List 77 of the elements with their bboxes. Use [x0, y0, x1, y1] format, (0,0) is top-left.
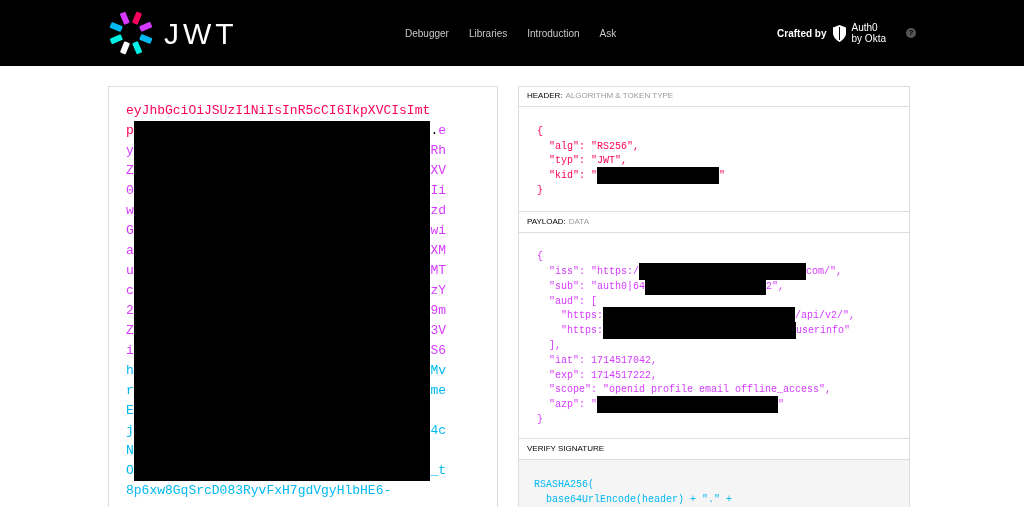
token-text: N — [126, 442, 134, 461]
section-subtitle: ALGORITHM & TOKEN TYPE — [565, 90, 674, 103]
token-text: Z — [126, 322, 134, 341]
token-text: 0 — [126, 182, 134, 201]
logo-icon — [108, 10, 154, 56]
token-text: e — [438, 122, 446, 141]
token-text: r — [126, 382, 134, 401]
nav-link[interactable]: Ask — [599, 25, 617, 41]
token-text: . — [430, 122, 439, 141]
code-text: "exp": 1714517222, — [548, 368, 658, 383]
section-title: PAYLOAD: — [527, 216, 566, 229]
token-text: zd — [430, 202, 446, 221]
token-text: XM — [430, 242, 446, 261]
code-text: "iss": "https:/ — [548, 265, 640, 280]
token-text: p — [126, 122, 134, 141]
crafted-by-label: Crafted by — [777, 26, 827, 41]
shield-icon — [832, 24, 846, 42]
section-title: HEADER: — [527, 90, 563, 103]
token-text: 9m — [430, 302, 446, 321]
code-text: "https: — [560, 324, 603, 339]
section-subtitle: DATA — [568, 216, 589, 229]
code-text: RSASHA256( — [534, 478, 595, 493]
code-text: userinfo" — [796, 324, 851, 339]
brand-line: by Okta — [851, 33, 886, 44]
token-text: Mv — [430, 362, 446, 381]
code-text: "kid": " — [548, 169, 597, 184]
code-text: "typ": "JWT", — [548, 154, 627, 169]
code-text: } — [537, 184, 543, 198]
token-text: E — [126, 402, 134, 421]
code-text: { — [537, 250, 543, 265]
code-text: "sub": "auth0|64 — [548, 279, 646, 294]
code-text: "https: — [560, 309, 603, 324]
token-text: Z — [126, 162, 134, 181]
code-text: "scope": "openid profile email offline_access", — [548, 383, 832, 398]
token-text: XV — [430, 162, 446, 181]
token-text: h — [126, 362, 134, 381]
token-text: G — [126, 222, 134, 241]
code-text: "aud": [ — [548, 294, 597, 309]
token-text: j — [126, 422, 134, 441]
code-text: ], — [548, 339, 561, 354]
code-text: " — [778, 398, 785, 413]
token-text: y — [126, 142, 134, 161]
token-text: wi — [430, 222, 446, 241]
token-text: i — [126, 342, 134, 361]
code-text: /api/v2/", — [795, 309, 856, 324]
token-text: me — [430, 382, 446, 401]
code-text: com/", — [806, 265, 843, 280]
nav-link[interactable]: Introduction — [527, 25, 580, 41]
code-text: "iat": 1714517042, — [548, 353, 658, 368]
token-text: MT — [430, 262, 446, 281]
token-text: Ii — [430, 182, 446, 201]
token-text: O — [126, 462, 134, 481]
token-text: w — [126, 202, 134, 221]
token-text: Rh — [430, 142, 446, 161]
token-text: 2 — [126, 302, 134, 321]
token-text: zY — [430, 282, 446, 301]
code-text: 2", — [766, 279, 785, 294]
token-text: S6 — [430, 342, 446, 361]
token-text: 4c — [430, 422, 446, 441]
token-text: _t — [430, 462, 446, 481]
token-text: u — [126, 262, 134, 281]
code-text: "azp": " — [548, 398, 597, 413]
brand-name: JWT — [164, 15, 238, 52]
token-text: 8p6xw8GqSrcD083RyvFxH7gdVgyHlbHE6- — [126, 482, 392, 501]
nav-link[interactable]: Debugger — [405, 25, 449, 41]
token-text: a — [126, 242, 134, 261]
brand-line: Auth0 — [851, 22, 879, 33]
code-text: } — [537, 413, 543, 428]
token-text: 3V — [430, 322, 446, 341]
nav-link[interactable]: Libraries — [468, 25, 508, 41]
code-text: base64UrlEncode(header) + "." + — [545, 493, 734, 507]
section-title: VERIFY SIGNATURE — [527, 443, 605, 456]
code-text: " — [719, 169, 726, 184]
code-text: { — [537, 124, 543, 139]
code-text: "alg": "RS256", — [548, 139, 640, 154]
token-text: c — [126, 282, 134, 301]
token-text: eyJhbGciOiJSUzI1NiIsInR5cCI6IkpXVCIsImt — [126, 102, 431, 121]
